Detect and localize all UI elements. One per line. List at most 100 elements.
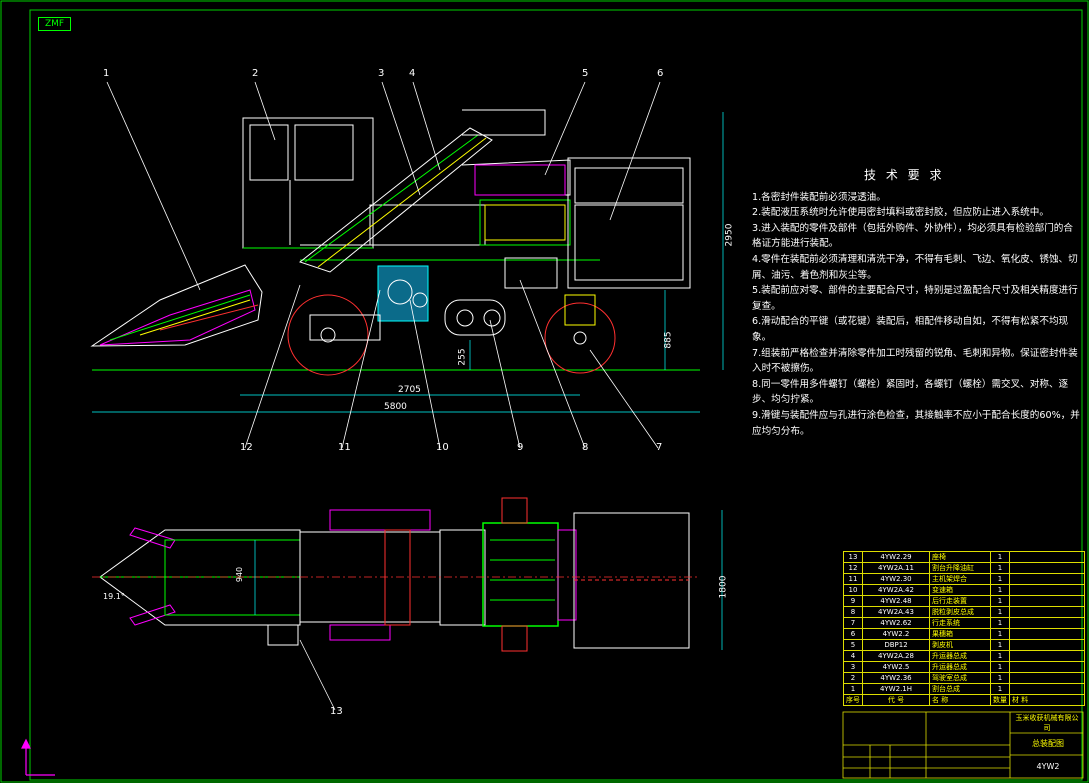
bom-cell-code: 4YW2A.28 bbox=[862, 650, 930, 662]
bom-cell-empty bbox=[1009, 639, 1085, 651]
bom-cell-qty: 1 bbox=[990, 562, 1010, 574]
tech-requirement-item: 7.组装前严格检查并清除零件加工时残留的锐角、毛刺和异物。保证密封件装入时不被擦… bbox=[752, 347, 1078, 375]
callout-6: 6 bbox=[657, 68, 664, 79]
bom-row: 13 4YW2.29 座椅 1 bbox=[843, 551, 1085, 563]
bom-cell-name: 后行走装置 bbox=[929, 595, 991, 607]
callout-9: 9 bbox=[517, 442, 524, 453]
bom-cell-qty: 1 bbox=[990, 661, 1010, 673]
bom-cell-qty: 1 bbox=[990, 617, 1010, 629]
dim-ground-clearance: 255 bbox=[457, 348, 468, 366]
bom-cell-code: 4YW2.2 bbox=[862, 628, 930, 640]
husker bbox=[479, 199, 571, 246]
tech-requirement-item: 2.装配液压系统时允许使用密封填料或密封胶，但应防止进入系统中。 bbox=[752, 207, 1049, 219]
callout-7: 7 bbox=[656, 442, 663, 453]
bom-cell-code: 4YW2.30 bbox=[862, 573, 930, 585]
callout-12: 12 bbox=[240, 442, 253, 453]
bom-cell-name: 座椅 bbox=[929, 551, 991, 563]
callout-3: 3 bbox=[378, 68, 385, 79]
bom-row: 11 4YW2.30 主机架焊合 1 bbox=[843, 573, 1085, 585]
bom-cell-name: 割台升降油缸 bbox=[929, 562, 991, 574]
tech-requirements-list: 1.各密封件装配前必须浸透油。 2.装配液压系统时允许使用密封填料或密封胶，但应防… bbox=[752, 190, 1082, 440]
bom-cell-no: 3 bbox=[843, 661, 863, 673]
bom-cell-no: 9 bbox=[843, 595, 863, 607]
bom-header-name: 名 称 bbox=[929, 694, 991, 706]
bom-cell-empty bbox=[1009, 562, 1085, 574]
bom-cell-code: DBP12 bbox=[862, 639, 930, 651]
callout-leaders bbox=[106, 81, 661, 711]
bom-cell-name: 行走系统 bbox=[929, 617, 991, 629]
bom-cell-no: 4 bbox=[843, 650, 863, 662]
bom-header-material: 材 料 bbox=[1009, 694, 1085, 706]
bom-cell-name: 剥皮机 bbox=[929, 639, 991, 651]
title-block-drawing-code: 4YW2 bbox=[1036, 762, 1060, 771]
bom-row: 5 DBP12 剥皮机 1 bbox=[843, 639, 1085, 651]
bom-cell-name: 升运器总成 bbox=[929, 650, 991, 662]
tech-requirement-item: 4.零件在装配前必须清理和清洗干净，不得有毛刺、飞边、氧化皮、锈蚀、切屑、油污、… bbox=[752, 253, 1078, 281]
tech-requirement-item: 1.各密封件装配前必须浸透油。 bbox=[752, 191, 886, 203]
bom-cell-empty bbox=[1009, 650, 1085, 662]
bom-cell-no: 6 bbox=[843, 628, 863, 640]
bom-cell-code: 4YW2.48 bbox=[862, 595, 930, 607]
ucs-icon bbox=[21, 738, 55, 776]
dim-angle: 19.1° bbox=[103, 592, 125, 601]
bom-cell-qty: 1 bbox=[990, 639, 1010, 651]
tech-requirement-item: 6.滑动配合的平键（或花键）装配后，相配件移动自如，不得有松紧不均现象。 bbox=[752, 316, 1069, 343]
bom-cell-no: 7 bbox=[843, 617, 863, 629]
front-wheel bbox=[287, 294, 369, 376]
bom-cell-empty bbox=[1009, 617, 1085, 629]
bom-cell-no: 2 bbox=[843, 672, 863, 684]
bom-header-code: 代 号 bbox=[862, 694, 930, 706]
tech-requirements: 技 术 要 求 1.各密封件装配前必须浸透油。 2.装配液压系统时允许使用密封填料… bbox=[752, 168, 1082, 439]
plan-view bbox=[92, 497, 723, 652]
bom-cell-qty: 1 bbox=[990, 683, 1010, 695]
callout-13: 13 bbox=[330, 706, 343, 717]
bom-row: 12 4YW2A.11 割台升降油缸 1 bbox=[843, 562, 1085, 574]
bom-cell-name: 果穗箱 bbox=[929, 628, 991, 640]
bom-cell-empty bbox=[1009, 606, 1085, 618]
bom-cell-name: 变速箱 bbox=[929, 584, 991, 596]
bom-row: 6 4YW2.2 果穗箱 1 bbox=[843, 628, 1085, 640]
dim-height: 2950 bbox=[724, 223, 735, 247]
bom-header-qty: 数量 bbox=[990, 694, 1010, 706]
rear-wheel bbox=[544, 302, 616, 374]
bom-cell-no: 5 bbox=[843, 639, 863, 651]
title-block-drawing-name: 总装配图 bbox=[1032, 739, 1064, 748]
bom-cell-qty: 1 bbox=[990, 584, 1010, 596]
callout-8: 8 bbox=[582, 442, 589, 453]
bom-cell-no: 13 bbox=[843, 551, 863, 563]
callout-10: 10 bbox=[436, 442, 449, 453]
bom-cell-name: 驾驶室总成 bbox=[929, 672, 991, 684]
callout-1: 1 bbox=[103, 68, 110, 79]
bom-cell-qty: 1 bbox=[990, 628, 1010, 640]
header-frame bbox=[90, 264, 263, 347]
callout-4: 4 bbox=[409, 68, 416, 79]
bom-header-row: 序号 代 号 名 称 数量 材 料 bbox=[843, 694, 1085, 706]
bom-row: 2 4YW2.36 驾驶室总成 1 bbox=[843, 672, 1085, 684]
bom-cell-code: 4YW2A.42 bbox=[862, 584, 930, 596]
bom-cell-qty: 1 bbox=[990, 650, 1010, 662]
dim-header-width: 940 bbox=[235, 566, 245, 583]
bom-cell-code: 4YW2A.11 bbox=[862, 562, 930, 574]
bom-row: 1 4YW2.1H 割台总成 1 bbox=[843, 683, 1085, 695]
tech-requirement-item: 3.进入装配的零件及部件（包括外购件、外协件），均必须具有检验部门的合格证方能进… bbox=[752, 222, 1073, 250]
bom-row: 8 4YW2A.43 脱粒剥皮总成 1 bbox=[843, 606, 1085, 618]
bom-cell-name: 升运器总成 bbox=[929, 661, 991, 673]
elevator bbox=[298, 127, 493, 273]
bom-cell-empty bbox=[1009, 672, 1085, 684]
bom-cell-no: 12 bbox=[843, 562, 863, 574]
bom-row: 3 4YW2.5 升运器总成 1 bbox=[843, 661, 1085, 673]
bom-table: 13 4YW2.29 座椅 1 12 4YW2A.11 割台升降油缸 1 11 4YW2.30 主机… bbox=[843, 551, 1085, 706]
bom-cell-name: 脱粒剥皮总成 bbox=[929, 606, 991, 618]
bom-row: 10 4YW2A.42 变速箱 1 bbox=[843, 584, 1085, 596]
bom-cell-qty: 1 bbox=[990, 606, 1010, 618]
bom-cell-no: 8 bbox=[843, 606, 863, 618]
bom-cell-name: 割台总成 bbox=[929, 683, 991, 695]
callout-2: 2 bbox=[252, 68, 259, 79]
bom-cell-qty: 1 bbox=[990, 573, 1010, 585]
tech-requirements-title: 技 术 要 求 bbox=[864, 168, 945, 182]
bom-cell-qty: 1 bbox=[990, 672, 1010, 684]
tech-requirement-item: 5.装配前应对零、部件的主要配合尺寸，特别是过盈配合尺寸及相关精度进行复查。 bbox=[752, 285, 1078, 312]
bom-cell-empty bbox=[1009, 584, 1085, 596]
bom-cell-empty bbox=[1009, 628, 1085, 640]
bom-cell-code: 4YW2.1H bbox=[862, 683, 930, 695]
